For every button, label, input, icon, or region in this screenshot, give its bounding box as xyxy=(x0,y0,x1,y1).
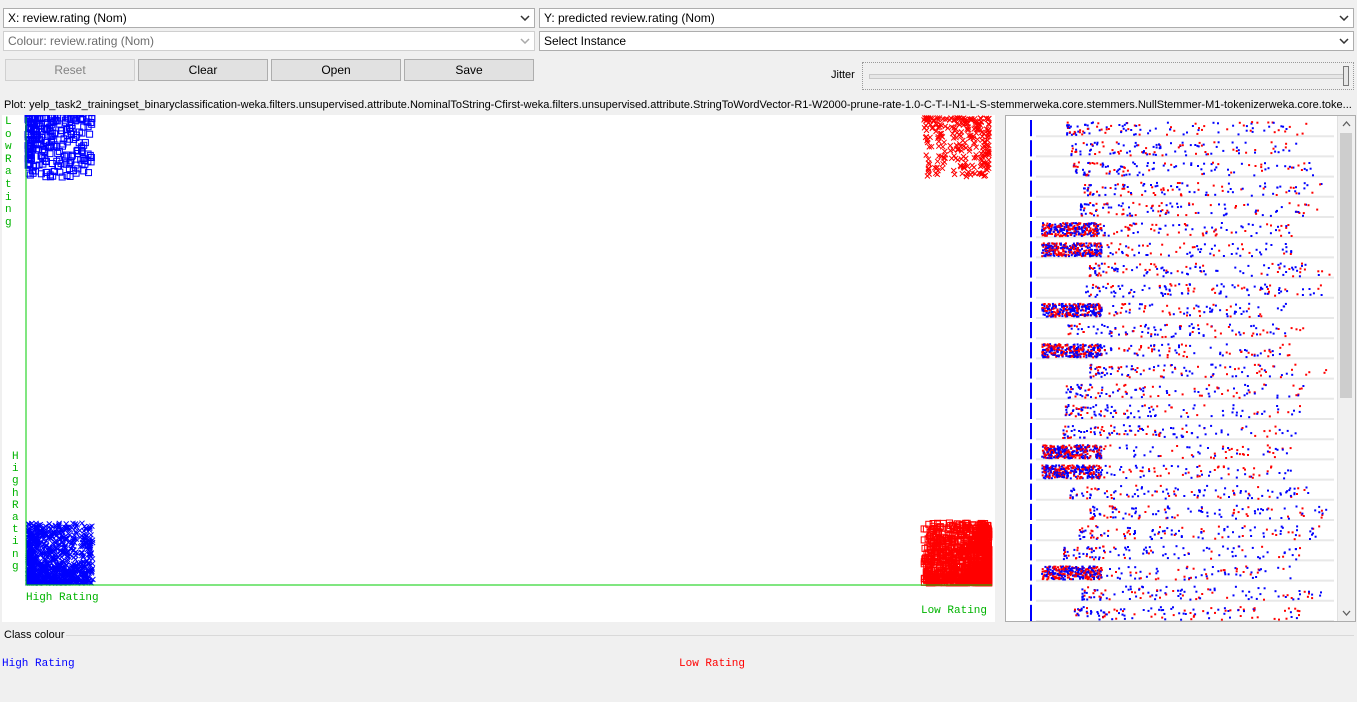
jitter-slider[interactable] xyxy=(862,62,1354,90)
scroll-down-icon[interactable] xyxy=(1338,605,1355,621)
attribute-row[interactable] xyxy=(1036,121,1334,137)
x-axis-left-label: High Rating xyxy=(26,592,99,604)
jitter-slider-track xyxy=(869,74,1347,79)
scatter-plot-svg xyxy=(24,115,993,587)
chevron-down-icon xyxy=(1337,9,1351,27)
y-axis-top-label: Low Rating xyxy=(5,116,12,229)
attribute-row[interactable] xyxy=(1036,585,1334,601)
attribute-panel-scrollbar[interactable] xyxy=(1337,116,1355,621)
legend-item-high-rating[interactable]: High Rating xyxy=(2,658,75,670)
clear-button[interactable]: Clear xyxy=(138,59,268,81)
colour-select-value: Colour: review.rating (Nom) xyxy=(8,34,155,48)
x-axis-right-label: Low Rating xyxy=(920,605,987,617)
open-button[interactable]: Open xyxy=(271,59,401,81)
chevron-down-icon xyxy=(518,9,532,27)
attribute-row[interactable] xyxy=(1036,323,1334,339)
y-axis-bottom-label: High Rating xyxy=(12,451,19,573)
save-button[interactable]: Save xyxy=(404,59,534,81)
x-axis-select[interactable]: X: review.rating (Nom) xyxy=(3,8,535,28)
x-axis-select-value: X: review.rating (Nom) xyxy=(8,11,127,25)
chevron-down-icon xyxy=(518,32,532,50)
scatter-plot[interactable]: Low Rating High Rating High Rating Low R… xyxy=(2,115,995,622)
attribute-row[interactable] xyxy=(1036,181,1334,197)
select-instance-value: Select Instance xyxy=(544,34,627,48)
attribute-row[interactable] xyxy=(1036,545,1334,561)
scroll-up-icon[interactable] xyxy=(1338,116,1355,132)
chevron-down-icon xyxy=(1337,32,1351,50)
attribute-row[interactable] xyxy=(1036,363,1334,379)
colour-select: Colour: review.rating (Nom) xyxy=(3,31,535,51)
legend-item-low-rating[interactable]: Low Rating xyxy=(679,658,745,670)
reset-button: Reset xyxy=(5,59,135,81)
jitter-slider-thumb[interactable] xyxy=(1343,66,1349,86)
class-colour-title: Class colour xyxy=(4,629,65,641)
plot-title: Plot: yelp_task2_trainingset_binaryclass… xyxy=(4,99,1352,111)
attribute-row[interactable] xyxy=(1036,282,1334,298)
attribute-panel[interactable] xyxy=(1005,115,1356,622)
select-instance-select[interactable]: Select Instance xyxy=(539,31,1354,51)
attribute-panel-svg xyxy=(1030,120,1334,621)
y-axis-select-value: Y: predicted review.rating (Nom) xyxy=(544,11,715,25)
jitter-label: Jitter xyxy=(831,69,855,81)
divider xyxy=(66,635,1354,636)
scrollbar-thumb[interactable] xyxy=(1340,133,1352,398)
y-axis-select[interactable]: Y: predicted review.rating (Nom) xyxy=(539,8,1354,28)
attribute-row[interactable] xyxy=(1036,484,1334,500)
scatter-points xyxy=(24,115,993,587)
